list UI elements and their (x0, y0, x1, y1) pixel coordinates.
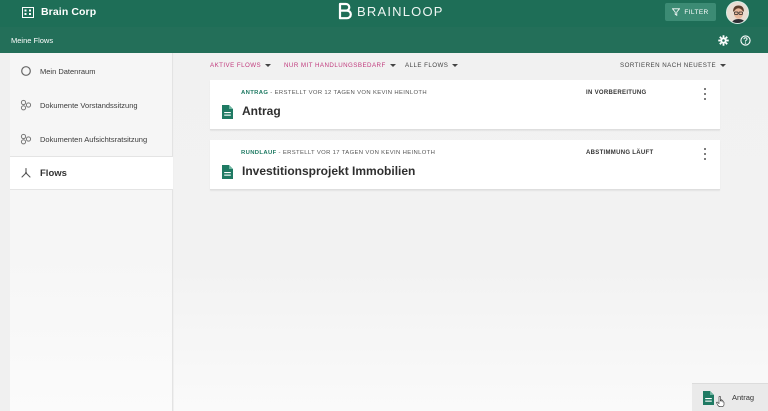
hand-cursor-icon (716, 396, 725, 407)
chevron-down-icon (265, 64, 272, 67)
drag-preview-label: Antrag (732, 393, 755, 402)
top-header: Brain Corp BRAINLOOP FILTER (0, 0, 768, 27)
sidebar: Mein Datenraum Dokumente Vorstandssitzun… (10, 53, 173, 411)
circle-outline-icon (21, 66, 31, 76)
sub-header: Meine Flows (0, 27, 768, 53)
filter-icon (672, 8, 681, 16)
brainloop-logo: BRAINLOOP (337, 2, 444, 21)
filter-alle-flows[interactable]: ALLE FLOWS (405, 62, 459, 69)
group-icon (20, 133, 32, 145)
sidebar-item-label: Dokumente Vorstandssitzung (40, 100, 138, 110)
flow-kind: ANTRAG (241, 90, 269, 96)
filter-handlungsbedarf[interactable]: NUR MIT HANDLUNGSBEDARF (284, 62, 396, 69)
brainloop-b-icon (338, 2, 352, 20)
flow-card[interactable]: ANTRAG - ERSTELLT VOR 12 TAGEN VON KEVIN… (210, 80, 720, 130)
chevron-down-icon (452, 64, 459, 67)
flow-status: ABSTIMMUNG LÄUFT (586, 150, 654, 156)
settings-gear-icon[interactable] (718, 35, 729, 46)
filter-aktive-flows-label: AKTIVE FLOWS (210, 62, 262, 69)
filter-button[interactable]: FILTER (665, 3, 716, 21)
flows-icon (21, 167, 31, 178)
user-photo-icon (727, 2, 748, 23)
flow-created: - ERSTELLT VOR 12 TAGEN VON KEVIN HEINLO… (270, 90, 427, 96)
sidebar-item-label: Dokumenten Aufsichtsratsitzung (40, 134, 148, 144)
flow-created: - ERSTELLT VOR 17 TAGEN VON KEVIN HEINLO… (278, 150, 436, 156)
sidebar-item-label: Mein Datenraum (40, 66, 96, 76)
document-icon (222, 165, 233, 179)
filter-handlungsbedarf-label: NUR MIT HANDLUNGSBEDARF (284, 62, 386, 69)
building-icon (22, 6, 34, 18)
sidebar-item-dokumente-vorstandssitzung[interactable]: Dokumente Vorstandssitzung (10, 88, 173, 122)
document-icon (222, 105, 233, 119)
sidebar-item-label: Flows (40, 167, 67, 179)
chevron-down-icon (720, 64, 727, 67)
brand-name: BRAINLOOP (357, 4, 444, 19)
flow-meta: ANTRAG - ERSTELLT VOR 12 TAGEN VON KEVIN… (241, 90, 427, 96)
drag-preview[interactable]: Antrag (692, 383, 768, 411)
flow-card[interactable]: RUNDLAUF - ERSTELLT VOR 17 TAGEN VON KEV… (210, 140, 720, 190)
page-title: Meine Flows (11, 36, 54, 45)
sort-dropdown[interactable]: SORTIEREN NACH NEUESTE (620, 62, 727, 69)
flow-status: IN VORBEREITUNG (586, 90, 647, 96)
group-icon (20, 99, 32, 111)
flow-title: Investitionsprojekt Immobilien (242, 164, 416, 178)
flow-kind: RUNDLAUF (241, 150, 277, 156)
flow-title: Antrag (242, 104, 281, 118)
more-options-icon[interactable] (702, 148, 708, 160)
sidebar-item-mein-datenraum[interactable]: Mein Datenraum (10, 54, 173, 88)
company-switcher[interactable]: Brain Corp (22, 6, 96, 18)
company-name: Brain Corp (41, 6, 97, 18)
document-icon (703, 390, 714, 405)
filter-aktive-flows[interactable]: AKTIVE FLOWS (210, 62, 272, 69)
filter-alle-flows-label: ALLE FLOWS (405, 62, 449, 69)
flow-meta: RUNDLAUF - ERSTELLT VOR 17 TAGEN VON KEV… (241, 150, 435, 156)
user-avatar[interactable] (726, 1, 749, 24)
more-options-icon[interactable] (702, 88, 708, 100)
help-icon[interactable] (740, 35, 751, 46)
sort-dropdown-label: SORTIEREN NACH NEUESTE (620, 62, 717, 69)
sidebar-item-flows[interactable]: Flows (10, 156, 173, 190)
filter-button-label: FILTER (684, 8, 709, 16)
chevron-down-icon (389, 64, 396, 67)
sidebar-item-dokumenten-aufsichtsratsitzung[interactable]: Dokumenten Aufsichtsratsitzung (10, 122, 173, 156)
